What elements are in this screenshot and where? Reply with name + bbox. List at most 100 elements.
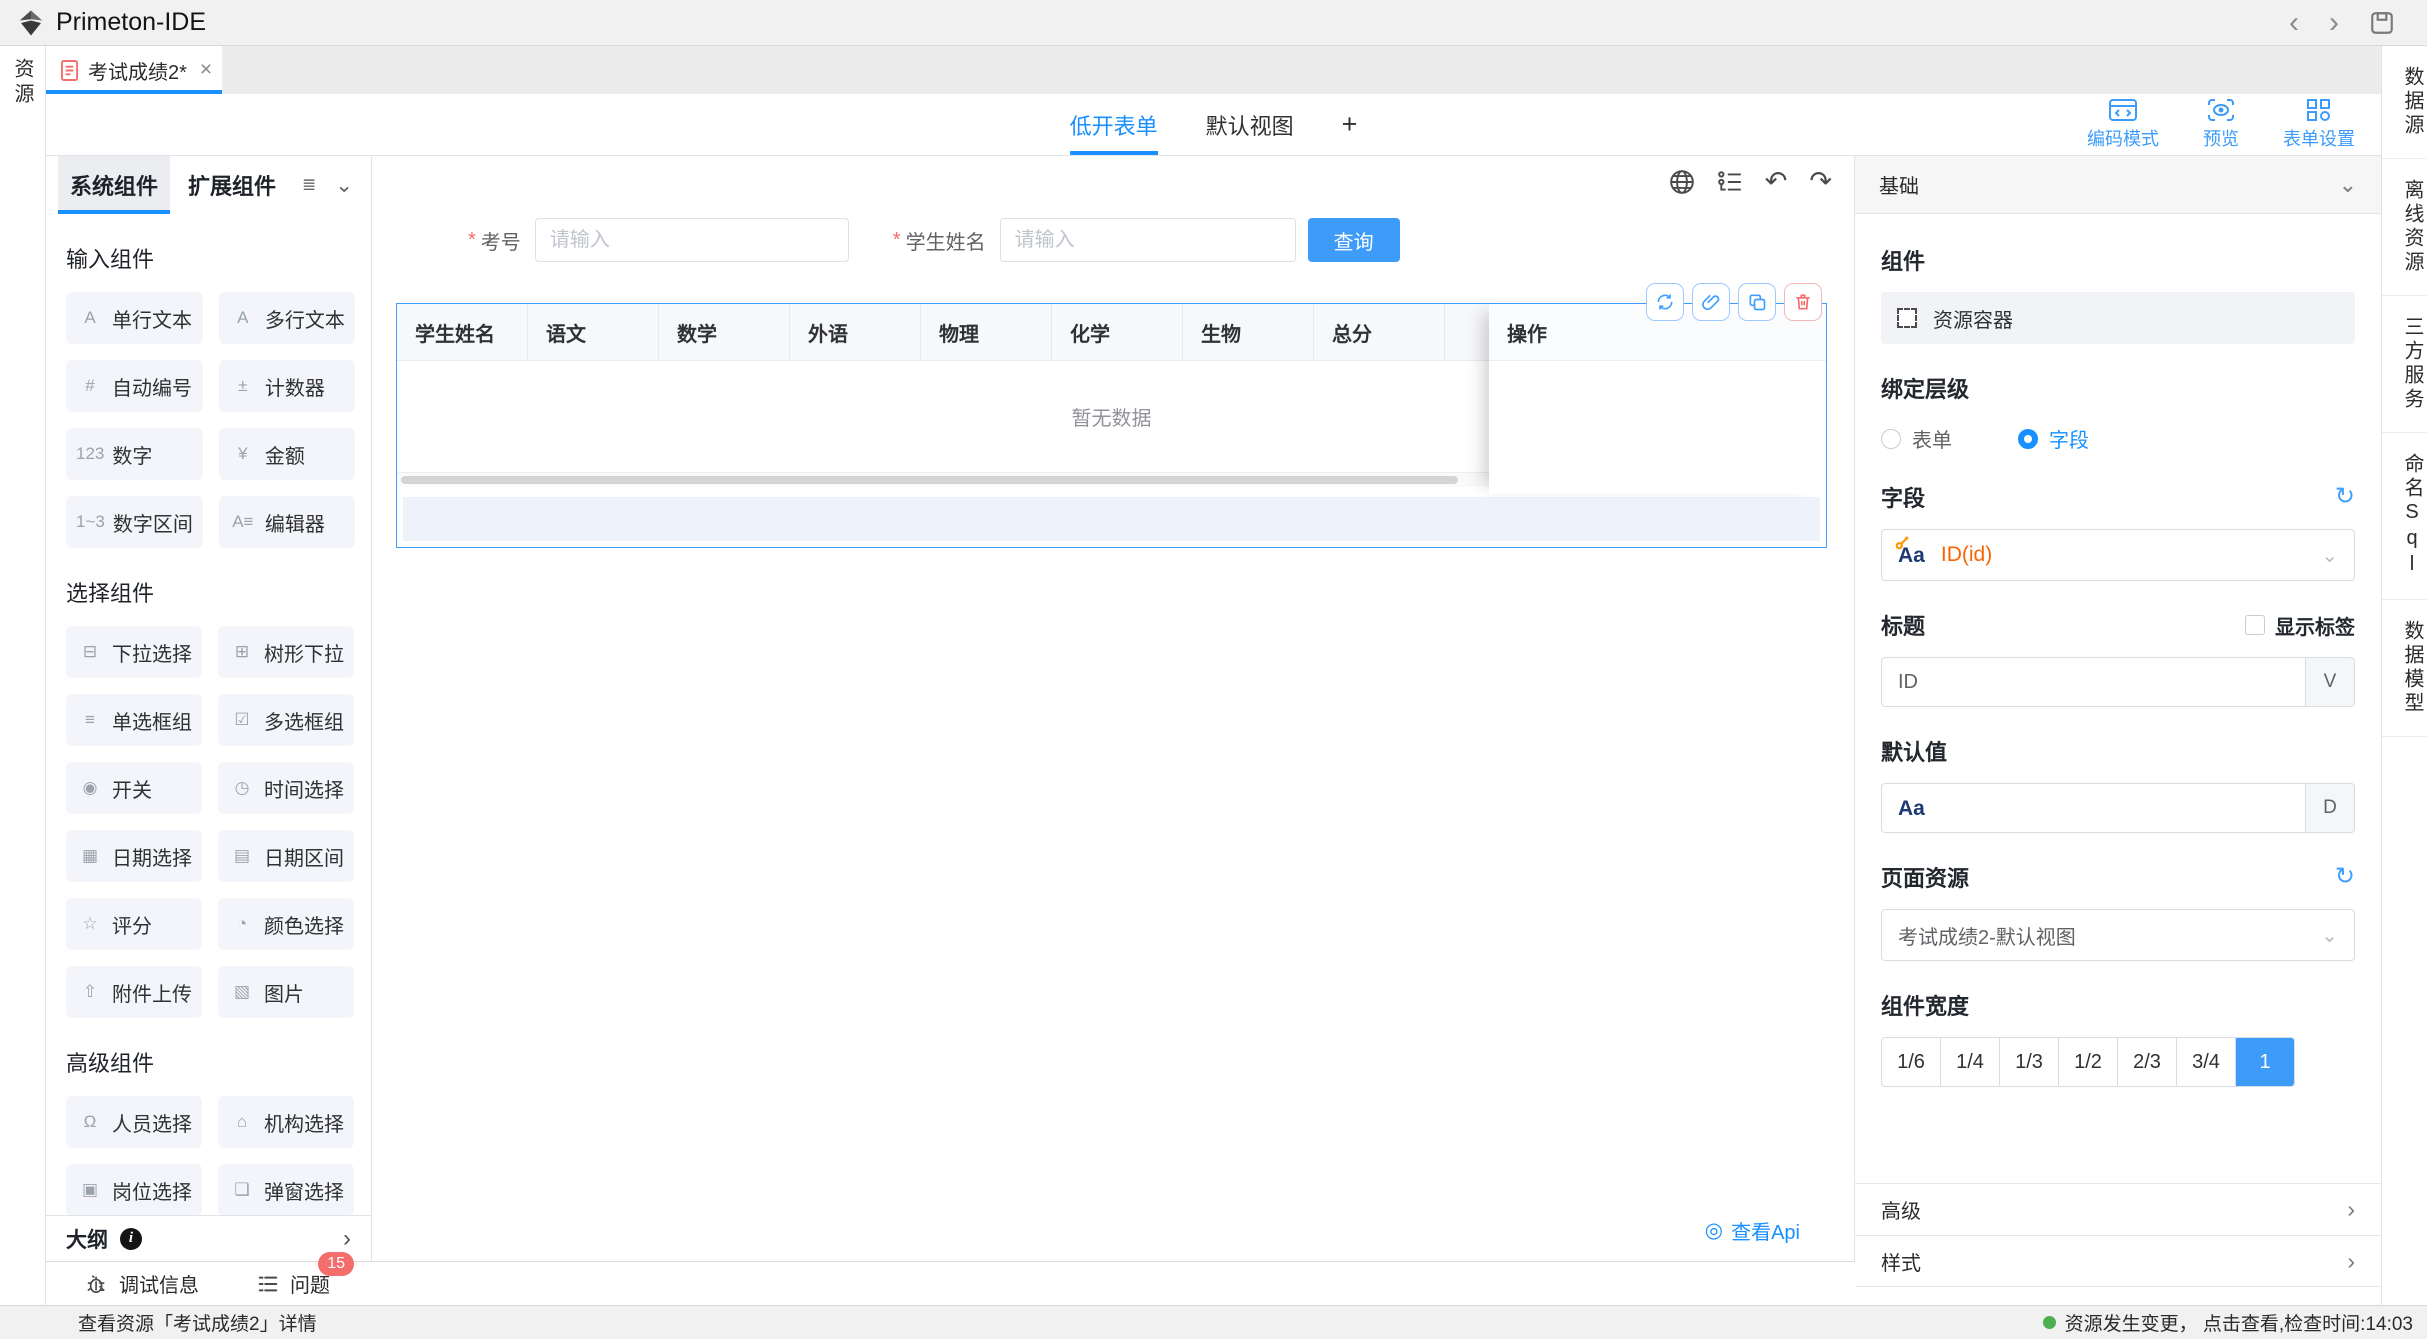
component-item[interactable]: A≡ 编辑器 (219, 496, 355, 548)
status-right[interactable]: 资源发生变更， 点击查看,检查时间:14:03 (2043, 1309, 2413, 1336)
right-rail-tab[interactable]: 数据模型 (2382, 600, 2427, 737)
view-api-link[interactable]: ◎ 查看Api (1705, 1216, 1800, 1245)
component-item[interactable]: ☑ 多选框组 (218, 694, 354, 746)
component-item[interactable]: ▤ 日期区间 (218, 830, 354, 882)
component-item[interactable]: A 单行文本 (66, 292, 203, 344)
undo-icon[interactable]: ↶ (1765, 168, 1788, 195)
info-icon[interactable]: i (120, 1228, 142, 1250)
tab-system-components[interactable]: 系统组件 (58, 156, 170, 214)
field-select[interactable]: Aa ID(id) ⌄ (1881, 529, 2355, 581)
debug-info-button[interactable]: 调试信息 (86, 1269, 199, 1298)
component-item[interactable]: A 多行文本 (219, 292, 355, 344)
component-item[interactable]: 1~3 数字区间 (66, 496, 203, 548)
refresh-icon[interactable]: ↻ (2335, 865, 2355, 889)
component-item[interactable]: ≡ 单选框组 (66, 694, 202, 746)
component-item[interactable]: ▦ 日期选择 (66, 830, 202, 882)
query-button[interactable]: 查询 (1308, 218, 1400, 262)
nav-back-icon[interactable]: ‹ (2289, 8, 2299, 38)
default-value-input[interactable]: Aa (1881, 783, 2305, 833)
document-tab[interactable]: 考试成绩2* × (46, 46, 222, 94)
show-label-checkbox-row[interactable]: 显示标签 (2245, 611, 2355, 640)
width-option[interactable]: 1 (2236, 1038, 2294, 1086)
width-option[interactable]: 1/3 (2000, 1038, 2059, 1086)
component-item[interactable]: 123 数字 (66, 428, 203, 480)
component-item[interactable]: ◔ 颜色选择 (218, 898, 354, 950)
component-item[interactable]: ▧ 图片 (218, 966, 354, 1018)
component-item[interactable]: ❏ 弹窗选择 (218, 1164, 354, 1216)
width-option[interactable]: 2/3 (2118, 1038, 2177, 1086)
checkbox-icon[interactable] (2245, 615, 2265, 635)
width-option[interactable]: 1/2 (2059, 1038, 2118, 1086)
component-item[interactable]: ⊟ 下拉选择 (66, 626, 202, 678)
component-item[interactable]: # 自动编号 (66, 360, 203, 412)
sync-icon[interactable] (1646, 283, 1684, 321)
width-option[interactable]: 1/6 (1882, 1038, 1941, 1086)
title-input[interactable]: ID (1881, 657, 2305, 707)
style-section-row[interactable]: 样式 › (1855, 1235, 2381, 1287)
chevron-right-icon[interactable]: › (343, 1225, 351, 1253)
width-option[interactable]: 1/4 (1941, 1038, 2000, 1086)
table-column-header[interactable]: 学生姓名 (397, 304, 528, 360)
preview-button[interactable]: 预览 (2203, 98, 2239, 151)
exam-no-input[interactable] (535, 218, 849, 262)
right-rail-tab[interactable]: 离线资源 (2382, 159, 2427, 296)
table-column-header[interactable]: 生物 (1183, 304, 1314, 360)
delete-icon[interactable] (1784, 283, 1822, 321)
default-value-addon-button[interactable]: D (2305, 783, 2355, 833)
component-item[interactable]: ⊞ 树形下拉 (218, 626, 354, 678)
title-addon-button[interactable]: V (2305, 657, 2355, 707)
query-form: * 考号 * 学生姓名 查询 (468, 218, 1400, 262)
nav-forward-icon[interactable]: › (2329, 8, 2339, 38)
component-list-icon[interactable]: ≣ (302, 175, 316, 195)
add-view-button[interactable]: + (1342, 109, 1358, 140)
advanced-section-row[interactable]: 高级 › (1855, 1183, 2381, 1235)
scrollbar-thumb[interactable] (401, 476, 1458, 484)
properties-header[interactable]: 基础 ⌄ (1855, 156, 2381, 214)
tab-default-view[interactable]: 默认视图 (1206, 94, 1294, 155)
component-item[interactable]: ▣ 岗位选择 (66, 1164, 202, 1216)
tab-lowcode-form[interactable]: 低开表单 (1070, 94, 1158, 155)
component-item[interactable]: ◷ 时间选择 (218, 762, 354, 814)
component-panel-tabs: 系统组件 扩展组件 ≣ ⌄ (46, 156, 371, 214)
tab-extended-components[interactable]: 扩展组件 (176, 156, 288, 214)
table-column-header[interactable]: 物理 (921, 304, 1052, 360)
link-icon[interactable] (1692, 283, 1730, 321)
form-settings-button[interactable]: 表单设置 (2283, 98, 2355, 151)
status-left-text[interactable]: 查看资源「考试成绩2」详情 (78, 1309, 317, 1336)
student-name-input[interactable] (1000, 218, 1296, 262)
collapse-panel-icon[interactable]: ⌄ (335, 173, 359, 198)
component-item[interactable]: ⌂ 机构选择 (218, 1096, 354, 1148)
binding-level-radio[interactable]: 字段 (2018, 424, 2089, 453)
component-item[interactable]: ⇧ 附件上传 (66, 966, 202, 1018)
resources-rail-tab[interactable]: 资源 (8, 58, 37, 108)
globe-icon[interactable] (1669, 169, 1695, 195)
table-column-header[interactable]: 化学 (1052, 304, 1183, 360)
student-name-label: 学生姓名 (906, 226, 986, 255)
table-column-header[interactable]: 外语 (790, 304, 921, 360)
refresh-icon[interactable]: ↻ (2335, 485, 2355, 509)
right-rail-tab[interactable]: 三方服务 (2382, 296, 2427, 433)
binding-level-radio[interactable]: 表单 (1881, 424, 1952, 453)
table-column-header[interactable]: 总分 (1314, 304, 1445, 360)
problems-button[interactable]: 问题 15 (257, 1269, 330, 1298)
container-footer-slot[interactable] (403, 497, 1820, 541)
selected-table-container[interactable]: 学生姓名 语文 数学 外语 物理 化学 生物 总分 (396, 303, 1827, 548)
page-resource-select[interactable]: 考试成绩2-默认视图 ⌄ (1881, 909, 2355, 961)
table-column-header[interactable]: 语文 (528, 304, 659, 360)
component-item[interactable]: ◉ 开关 (66, 762, 202, 814)
width-option[interactable]: 3/4 (2177, 1038, 2236, 1086)
component-item[interactable]: ☆ 评分 (66, 898, 202, 950)
component-item[interactable]: Ω 人员选择 (66, 1096, 202, 1148)
save-icon[interactable] (2369, 10, 2395, 36)
component-item[interactable]: ¥ 金额 (219, 428, 355, 480)
right-rail-tab[interactable]: 命名Sql (2382, 433, 2427, 600)
outline-tree-icon[interactable] (1717, 169, 1743, 195)
chevron-down-icon[interactable]: ⌄ (2339, 172, 2357, 198)
code-mode-button[interactable]: 编码模式 (2087, 98, 2159, 151)
copy-icon[interactable] (1738, 283, 1776, 321)
redo-icon[interactable]: ↷ (1809, 168, 1832, 195)
close-icon[interactable]: × (200, 58, 212, 82)
component-item[interactable]: ± 计数器 (219, 360, 355, 412)
right-rail-tab[interactable]: 数据源 (2382, 46, 2427, 159)
table-column-header[interactable]: 数学 (659, 304, 790, 360)
